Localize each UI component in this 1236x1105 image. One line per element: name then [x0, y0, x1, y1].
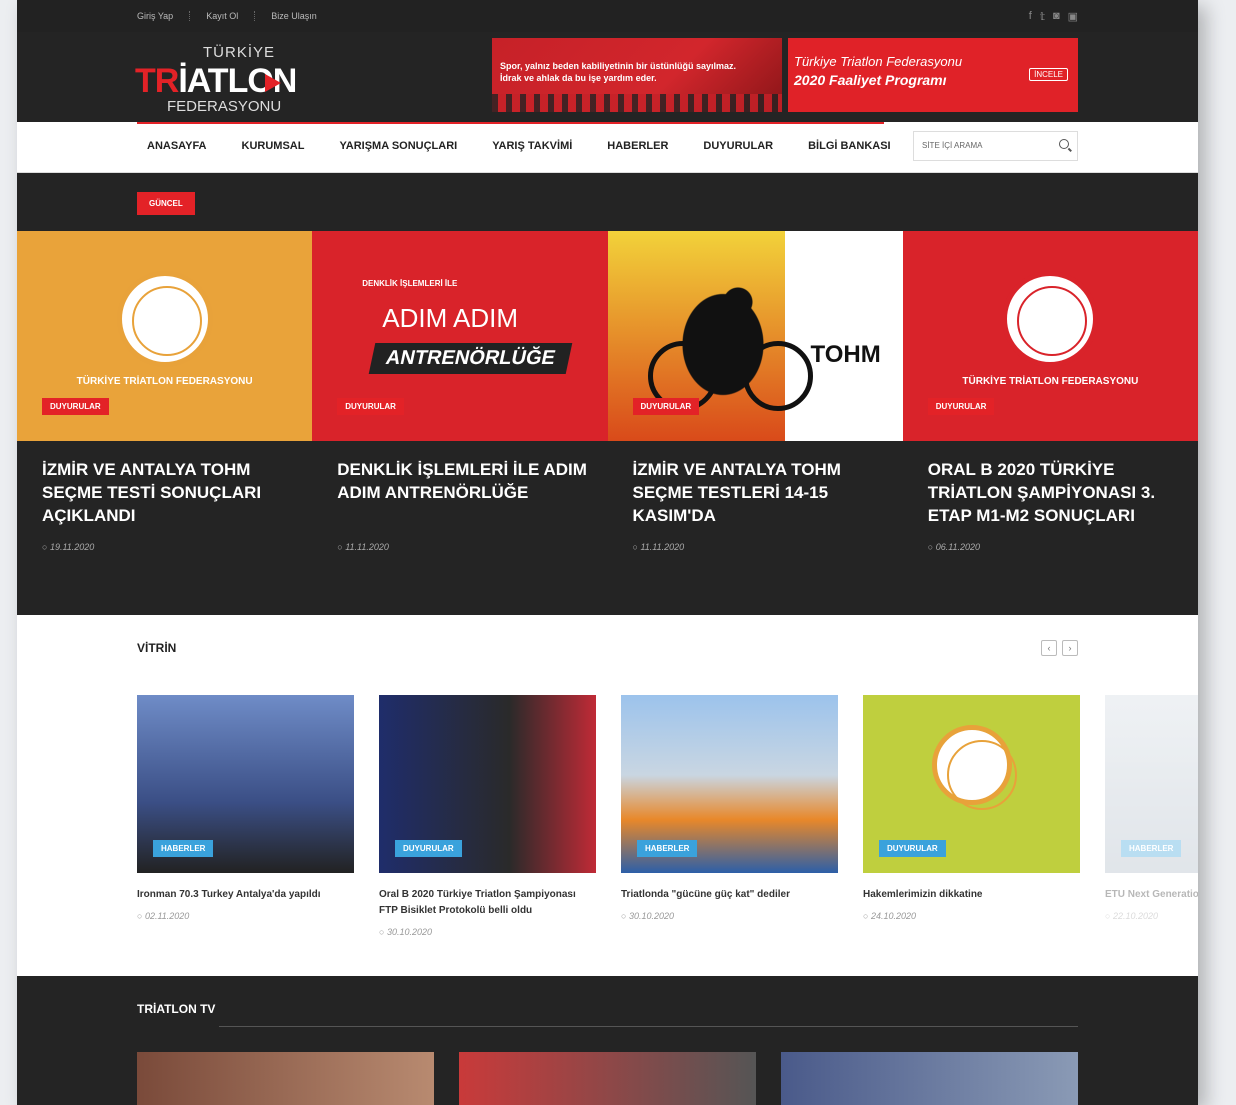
category-tag[interactable]: HABERLER	[153, 840, 214, 857]
slide-date: 11.11.2020	[633, 542, 684, 552]
next-arrow-icon[interactable]: ›	[1062, 640, 1078, 656]
showcase-card[interactable]: HABERLER ETU Next Generation katılım Tür…	[1105, 695, 1198, 937]
card-date: 30.10.2020	[621, 911, 838, 921]
search-icon[interactable]	[1059, 139, 1069, 149]
tv-title: TRİATLON TV	[137, 1002, 216, 1016]
slide-card[interactable]: TÜRKİYE TRİATLON FEDERASYONU DUYURULAR O…	[902, 231, 1198, 552]
cyclist-silhouette	[647, 251, 798, 421]
nav-news[interactable]: HABERLER	[607, 140, 668, 152]
slide-title[interactable]: İZMİR VE ANTALYA TOHM SEÇME TESTİ SONUÇL…	[42, 458, 292, 527]
header: TÜRKİYE TRİATLON FEDERASYONU Spor, yalnı…	[17, 32, 1198, 122]
youtube-icon[interactable]: ▣	[1068, 10, 1078, 23]
nav-corporate[interactable]: KURUMSAL	[242, 140, 305, 152]
category-tag[interactable]: DUYURULAR	[632, 398, 700, 415]
nav-results[interactable]: YARIŞMA SONUÇLARI	[339, 140, 457, 152]
current-label: GÜNCEL	[137, 192, 195, 215]
inspect-button[interactable]: İNCELE	[1029, 68, 1068, 81]
slide-card[interactable]: TOHM DUYURULAR İZMİR VE ANTALYA TOHM SEÇ…	[607, 231, 903, 552]
federation-emblem-icon	[931, 725, 1017, 810]
showcase-card[interactable]: DUYURULAR Oral B 2020 Türkiye Triatlon Ş…	[379, 695, 596, 937]
category-tag[interactable]: DUYURULAR	[42, 398, 109, 415]
facebook-icon[interactable]: f	[1029, 10, 1032, 23]
top-bar: Giriş Yap Kayıt Ol Bize Ulaşın f 𝕥 ◙ ▣	[17, 0, 1198, 32]
twitter-icon[interactable]: 𝕥	[1040, 10, 1045, 23]
contact-link[interactable]: Bize Ulaşın	[255, 11, 333, 21]
play-triangle-icon	[265, 74, 281, 92]
showcase-section: VİTRİN ‹ › HABERLER Ironman 70.3 Turkey …	[17, 615, 1198, 975]
ataturk-quote-banner[interactable]: Spor, yalnız beden kabiliyetinin bir üst…	[492, 38, 782, 112]
card-title[interactable]: Triatlonda "gücüne güç kat" dediler	[621, 887, 838, 903]
nav-calendar[interactable]: YARIŞ TAKVİMİ	[492, 140, 572, 152]
showcase-card[interactable]: HABERLER Triatlonda "gücüne güç kat" ded…	[621, 695, 838, 937]
category-tag[interactable]: HABERLER	[637, 840, 698, 857]
card-date: 22.10.2020	[1105, 911, 1198, 921]
activity-program-banner[interactable]: Türkiye Triatlon Federasyonu 2020 Faaliy…	[788, 38, 1078, 112]
category-tag[interactable]: DUYURULAR	[879, 840, 946, 857]
nav-knowledge-base[interactable]: BİLGİ BANKASI	[808, 140, 891, 152]
category-tag[interactable]: DUYURULAR	[337, 398, 404, 415]
card-date: 02.11.2020	[137, 911, 354, 921]
card-title[interactable]: Ironman 70.3 Turkey Antalya'da yapıldı	[137, 887, 354, 903]
slide-title[interactable]: İZMİR VE ANTALYA TOHM SEÇME TESTLERİ 14-…	[633, 458, 883, 527]
login-link[interactable]: Giriş Yap	[137, 11, 191, 21]
card-title[interactable]: Oral B 2020 Türkiye Triatlon Şampiyonası…	[379, 887, 596, 919]
card-title[interactable]: Hakemlerimizin dikkatine	[863, 887, 1080, 903]
category-tag[interactable]: HABERLER	[1121, 840, 1182, 857]
slide-title[interactable]: ORAL B 2020 TÜRKİYE TRİATLON ŞAMPİYONASI…	[928, 458, 1178, 527]
category-tag[interactable]: DUYURULAR	[927, 398, 995, 415]
current-section: GÜNCEL TÜRKİYE TRİATLON FEDERASYONU DUYU…	[17, 173, 1198, 615]
slide-date: 11.11.2020	[337, 542, 389, 552]
showcase-title: VİTRİN	[137, 641, 177, 655]
card-title[interactable]: ETU Next Generation katılım Türkiye'den	[1105, 887, 1198, 903]
category-tag[interactable]: DUYURULAR	[395, 840, 462, 857]
main-nav: ANASAYFA KURUMSAL YARIŞMA SONUÇLARI YARI…	[17, 122, 1198, 173]
federation-emblem-icon	[116, 271, 213, 367]
register-link[interactable]: Kayıt Ol	[190, 11, 256, 21]
video-thumbnail[interactable]	[459, 1052, 756, 1105]
slide-date: 06.11.2020	[928, 542, 980, 552]
federation-logo[interactable]: TÜRKİYE TRİATLON FEDERASYONU	[135, 42, 297, 115]
card-date: 24.10.2020	[863, 911, 1080, 921]
video-thumbnail[interactable]	[781, 1052, 1078, 1105]
prev-arrow-icon[interactable]: ‹	[1041, 640, 1057, 656]
slide-card[interactable]: TÜRKİYE TRİATLON FEDERASYONU DUYURULAR İ…	[17, 231, 313, 552]
nav-home[interactable]: ANASAYFA	[147, 140, 207, 152]
search-input[interactable]: SİTE İÇİ ARAMA	[913, 131, 1078, 161]
triathlon-tv-section: TRİATLON TV	[17, 976, 1198, 1105]
page: Giriş Yap Kayıt Ol Bize Ulaşın f 𝕥 ◙ ▣ T…	[17, 0, 1198, 1105]
slide-card[interactable]: DENKLİK İŞLEMLERİ İLE ADIM ADIM ANTRENÖR…	[312, 231, 608, 552]
slide-title[interactable]: DENKLİK İŞLEMLERİ İLE ADIM ADIM ANTRENÖR…	[337, 458, 587, 504]
showcase-card[interactable]: HABERLER Ironman 70.3 Turkey Antalya'da …	[137, 695, 354, 937]
card-date: 30.10.2020	[379, 927, 596, 937]
federation-emblem-icon	[1002, 271, 1099, 367]
slide-date: 19.11.2020	[42, 542, 94, 552]
showcase-card[interactable]: DUYURULAR Hakemlerimizin dikkatine 24.10…	[863, 695, 1080, 937]
video-thumbnail[interactable]	[137, 1052, 434, 1105]
instagram-icon[interactable]: ◙	[1053, 10, 1060, 23]
nav-announcements[interactable]: DUYURULAR	[703, 140, 773, 152]
